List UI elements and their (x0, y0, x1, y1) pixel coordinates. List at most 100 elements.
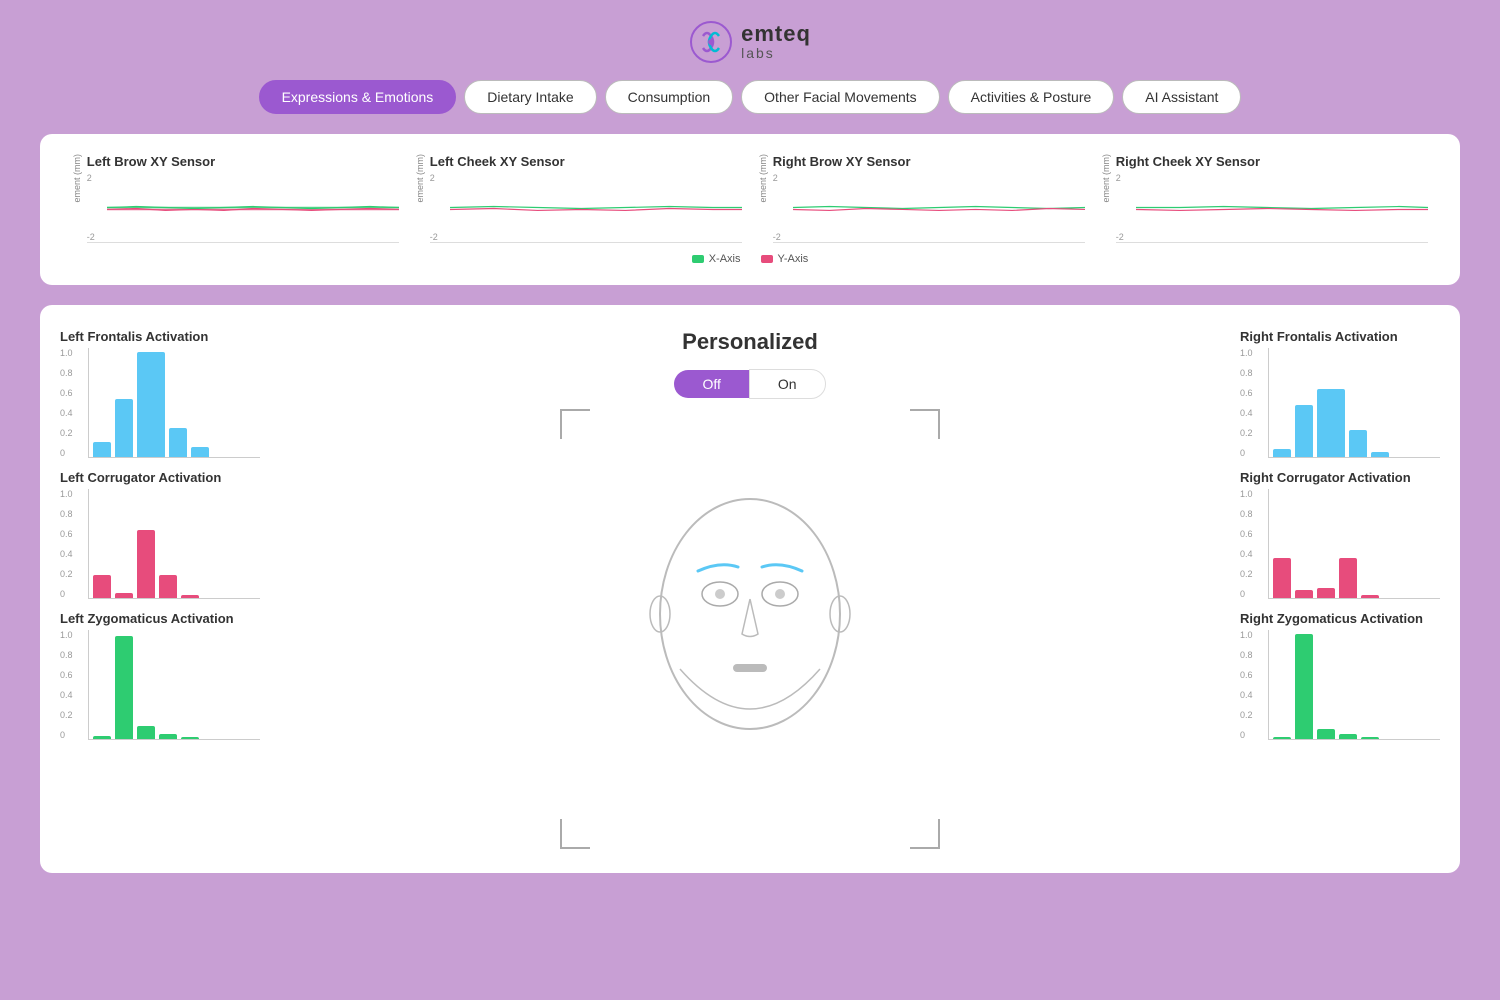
face-frame (560, 409, 940, 849)
right-cheek-chart: 2 -2 (1116, 173, 1428, 243)
right-corrugator-chart (1268, 489, 1440, 599)
left-zygomaticus-section: Left Zygomaticus Activation 1.0 0.8 0.6 … (60, 611, 260, 740)
right-brow-chart: 2 -2 (773, 173, 1085, 243)
bottom-panel: Left Frontalis Activation 1.0 0.8 0.6 0.… (40, 305, 1460, 873)
right-frontalis-title: Right Frontalis Activation (1240, 329, 1440, 344)
right-frontalis-ylabels: 1.0 0.8 0.6 0.4 0.2 0 (1240, 348, 1253, 458)
right-cheek-sensor: ement (mm) Right Cheek XY Sensor 2 -2 (1093, 154, 1436, 243)
logo-labs: labs (741, 46, 811, 61)
left-corrugator-ylabels: 1.0 0.8 0.6 0.4 0.2 0 (60, 489, 73, 599)
left-cheek-ylabel: ement (mm) (415, 154, 426, 203)
left-corrugator-title: Left Corrugator Activation (60, 470, 260, 485)
left-brow-chart: 2 -2 (87, 173, 399, 243)
right-zygomaticus-section: Right Zygomaticus Activation 1.0 0.8 0.6… (1240, 611, 1440, 740)
left-frontalis-ylabels: 1.0 0.8 0.6 0.4 0.2 0 (60, 348, 73, 458)
nav-btn-ai[interactable]: AI Assistant (1122, 80, 1241, 114)
nav-bar: Expressions & Emotions Dietary Intake Co… (0, 80, 1500, 134)
bar (1339, 734, 1357, 739)
legend-y-label: Y-Axis (778, 253, 809, 265)
legend-y-dot (761, 255, 773, 263)
left-zygo-ylabels: 1.0 0.8 0.6 0.4 0.2 0 (60, 630, 73, 740)
bar (115, 399, 133, 457)
nav-btn-consumption[interactable]: Consumption (605, 80, 734, 114)
left-cheek-lines (450, 173, 742, 242)
nav-btn-dietary[interactable]: Dietary Intake (464, 80, 596, 114)
toggle-on-button[interactable]: On (749, 369, 826, 399)
left-cheek-title: Left Cheek XY Sensor (430, 154, 742, 169)
bar (1317, 588, 1335, 599)
left-cheek-chart: 2 -2 (430, 173, 742, 243)
left-cheek-inner: Left Cheek XY Sensor 2 -2 (430, 154, 742, 243)
left-brow-inner: Left Brow XY Sensor 2 -2 (87, 154, 399, 243)
right-brow-inner: Right Brow XY Sensor 2 -2 (773, 154, 1085, 243)
right-cheek-inner: Right Cheek XY Sensor 2 -2 (1116, 154, 1428, 243)
left-frontalis-chart (88, 348, 260, 458)
left-cheek-sensor: ement (mm) Left Cheek XY Sensor 2 -2 (407, 154, 750, 243)
nav-btn-facial[interactable]: Other Facial Movements (741, 80, 940, 114)
left-corrugator-section: Left Corrugator Activation 1.0 0.8 0.6 0… (60, 470, 260, 599)
bar (1317, 729, 1335, 740)
bar (1273, 558, 1291, 598)
corner-bl (560, 819, 590, 849)
right-zygomaticus-title: Right Zygomaticus Activation (1240, 611, 1440, 626)
left-brow-lines (107, 173, 399, 242)
left-zygo-chart (88, 630, 260, 740)
xy-sensors-row: ement (mm) Left Brow XY Sensor 2 -2 (64, 154, 1436, 243)
bar (93, 575, 111, 598)
left-cheek-yaxis: 2 -2 (430, 173, 448, 242)
left-activation-column: Left Frontalis Activation 1.0 0.8 0.6 0.… (60, 329, 260, 752)
right-brow-ylabel: ement (mm) (758, 154, 769, 203)
bar (159, 575, 177, 598)
bar (169, 428, 187, 457)
bar (115, 636, 133, 739)
corner-tr (910, 409, 940, 439)
bar (137, 726, 155, 739)
logo-text: emteq labs (741, 22, 811, 62)
right-activation-column: Right Frontalis Activation 1.0 0.8 0.6 0… (1240, 329, 1440, 752)
bar (1339, 558, 1357, 598)
left-brow-sensor: ement (mm) Left Brow XY Sensor 2 -2 (64, 154, 407, 243)
right-frontalis-section: Right Frontalis Activation 1.0 0.8 0.6 0… (1240, 329, 1440, 458)
logo: emteq labs (689, 20, 811, 64)
right-corrugator-section: Right Corrugator Activation 1.0 0.8 0.6 … (1240, 470, 1440, 599)
left-frontalis-section: Left Frontalis Activation 1.0 0.8 0.6 0.… (60, 329, 260, 458)
right-cheek-yaxis: 2 -2 (1116, 173, 1134, 242)
bar (137, 530, 155, 598)
main-content: ement (mm) Left Brow XY Sensor 2 -2 (0, 134, 1500, 923)
center-column: Personalized Off On (260, 329, 1240, 849)
corner-tl (560, 409, 590, 439)
left-brow-ylabel: ement (mm) (72, 154, 83, 203)
right-frontalis-chart (1268, 348, 1440, 458)
legend-x-dot (692, 255, 704, 263)
right-cheek-lines (1136, 173, 1428, 242)
bar (93, 736, 111, 739)
right-zygo-chart (1268, 630, 1440, 740)
left-zygomaticus-title: Left Zygomaticus Activation (60, 611, 260, 626)
xy-legend: X-Axis Y-Axis (692, 253, 809, 265)
face-svg (630, 439, 870, 819)
header: emteq labs (0, 0, 1500, 80)
right-brow-lines (793, 173, 1085, 242)
nav-btn-activities[interactable]: Activities & Posture (948, 80, 1115, 114)
right-brow-title: Right Brow XY Sensor (773, 154, 1085, 169)
legend-y-axis: Y-Axis (761, 253, 809, 265)
bar (137, 352, 165, 457)
toggle-off-button[interactable]: Off (674, 370, 748, 398)
bar (1273, 449, 1291, 457)
toggle-row: Off On (674, 369, 825, 399)
right-corrugator-title: Right Corrugator Activation (1240, 470, 1440, 485)
bottom-panel-inner: Left Frontalis Activation 1.0 0.8 0.6 0.… (60, 329, 1440, 849)
bar (1361, 595, 1379, 598)
legend-x-label: X-Axis (709, 253, 741, 265)
bar (1349, 430, 1367, 457)
bar (1273, 737, 1291, 739)
right-cheek-ylabel: ement (mm) (1101, 154, 1112, 203)
bar (1317, 389, 1345, 457)
right-cheek-title: Right Cheek XY Sensor (1116, 154, 1428, 169)
bar (1295, 405, 1313, 458)
bar (1295, 634, 1313, 739)
nav-btn-expressions[interactable]: Expressions & Emotions (259, 80, 457, 114)
xy-sensor-panel: ement (mm) Left Brow XY Sensor 2 -2 (40, 134, 1460, 285)
bar (191, 447, 209, 458)
legend-x-axis: X-Axis (692, 253, 741, 265)
